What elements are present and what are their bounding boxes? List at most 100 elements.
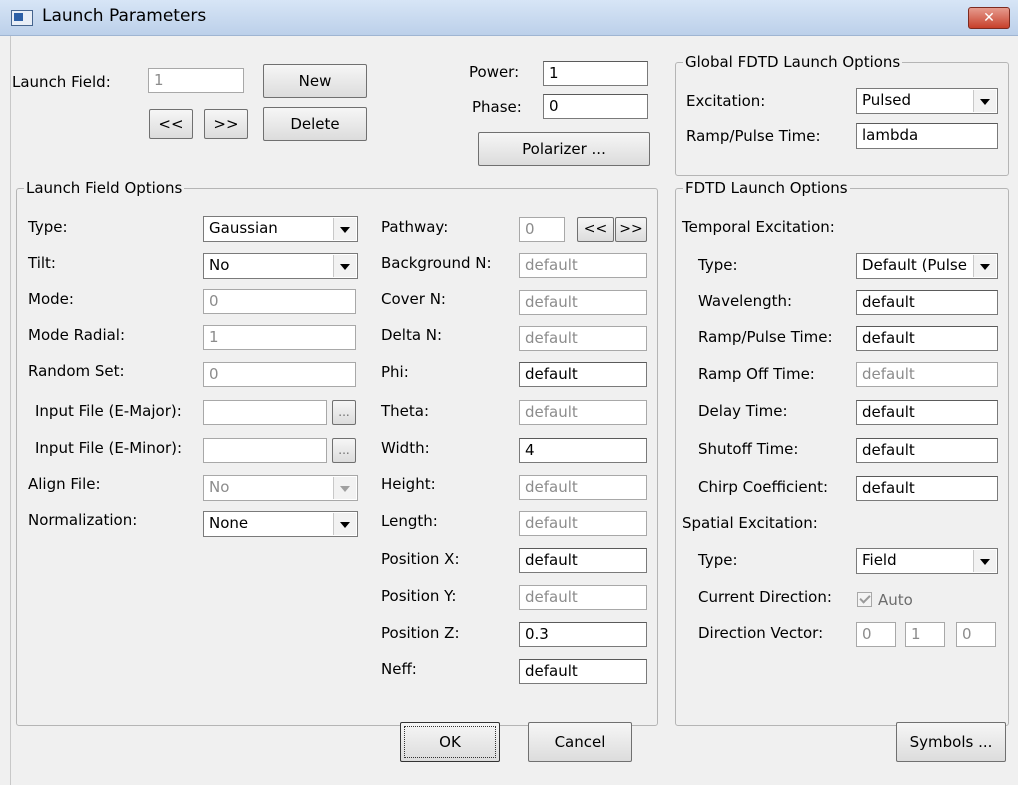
cover-n-label: Cover N: xyxy=(381,290,446,308)
new-button[interactable]: New xyxy=(263,64,367,98)
neff-input[interactable]: default xyxy=(519,659,647,684)
cancel-button[interactable]: Cancel xyxy=(528,722,632,762)
current-direction-label: Current Direction: xyxy=(698,588,832,606)
global-ramp-input[interactable]: lambda xyxy=(856,123,998,149)
position-z-label: Position Z: xyxy=(381,624,460,642)
delete-button[interactable]: Delete xyxy=(263,107,367,141)
theta-input[interactable]: default xyxy=(519,400,647,425)
symbols-button[interactable]: Symbols ... xyxy=(896,722,1006,762)
phi-label: Phi: xyxy=(381,363,409,381)
tilt-value: No xyxy=(209,256,230,274)
random-set-input[interactable]: 0 xyxy=(203,362,356,387)
pathway-next-button[interactable]: >> xyxy=(615,217,647,242)
close-button[interactable]: ✕ xyxy=(968,7,1010,29)
excitation-label: Excitation: xyxy=(686,92,766,110)
normalization-select[interactable]: None xyxy=(203,511,358,537)
length-input[interactable]: default xyxy=(519,511,647,536)
position-z-input[interactable]: 0.3 xyxy=(519,622,647,647)
mode-radial-input[interactable]: 1 xyxy=(203,325,356,350)
global-ramp-label: Ramp/Pulse Time: xyxy=(686,127,821,145)
spatial-type-select[interactable]: Field xyxy=(856,548,998,574)
mode-label: Mode: xyxy=(28,290,74,308)
wavelength-label: Wavelength: xyxy=(698,292,793,310)
position-y-label: Position Y: xyxy=(381,587,457,605)
direction-vector-label: Direction Vector: xyxy=(698,624,824,642)
background-n-label: Background N: xyxy=(381,254,492,272)
power-label: Power: xyxy=(469,63,520,81)
tilt-select[interactable]: No xyxy=(203,253,358,279)
prev-launch-field-button[interactable]: << xyxy=(149,109,193,139)
power-input[interactable]: 1 xyxy=(543,61,648,86)
next-launch-field-button[interactable]: >> xyxy=(204,109,248,139)
launch-field-input[interactable]: 1 xyxy=(148,68,244,93)
chevron-down-icon xyxy=(333,255,356,277)
temporal-excitation-label: Temporal Excitation: xyxy=(682,218,835,236)
position-x-input[interactable]: default xyxy=(519,548,647,573)
launch-parameters-window: Launch Parameters ✕ Launch Field: 1 New … xyxy=(0,0,1018,785)
chirp-coefficient-label: Chirp Coefficient: xyxy=(698,478,829,496)
pathway-label: Pathway: xyxy=(381,218,449,236)
browse-minor-button[interactable]: ... xyxy=(332,438,356,463)
window-title: Launch Parameters xyxy=(42,6,207,26)
normalization-value: None xyxy=(209,514,249,532)
phase-label: Phase: xyxy=(472,98,522,116)
title-bar: Launch Parameters ✕ xyxy=(0,0,1018,36)
launch-field-label: Launch Field: xyxy=(12,73,111,91)
polarizer-button[interactable]: Polarizer ... xyxy=(478,132,650,166)
random-set-label: Random Set: xyxy=(28,362,125,380)
global-fdtd-group: Global FDTD Launch Options xyxy=(675,53,1009,176)
type-select[interactable]: Gaussian xyxy=(203,216,358,242)
excitation-select[interactable]: Pulsed xyxy=(856,88,998,114)
chevron-down-icon xyxy=(973,550,996,572)
delay-time-input[interactable]: default xyxy=(856,400,998,425)
temporal-type-select[interactable]: Default (Pulse xyxy=(856,253,998,279)
fdtd-ramp-label: Ramp/Pulse Time: xyxy=(698,328,833,346)
delta-n-input[interactable]: default xyxy=(519,326,647,351)
global-fdtd-legend: Global FDTD Launch Options xyxy=(685,53,901,71)
browse-major-button[interactable]: ... xyxy=(332,400,356,425)
mode-input[interactable]: 0 xyxy=(203,289,356,314)
mode-radial-label: Mode Radial: xyxy=(28,326,126,344)
chirp-coefficient-input[interactable]: default xyxy=(856,476,998,501)
height-input[interactable]: default xyxy=(519,475,647,500)
fdtd-launch-options-legend: FDTD Launch Options xyxy=(685,179,848,197)
direction-x-input[interactable]: 0 xyxy=(856,622,896,647)
input-file-minor-label: Input File (E-Minor): xyxy=(35,439,183,457)
normalization-label: Normalization: xyxy=(28,511,138,529)
fdtd-ramp-input[interactable]: default xyxy=(856,326,998,351)
align-file-label: Align File: xyxy=(28,475,101,493)
auto-label: Auto xyxy=(878,591,913,609)
input-file-minor-input[interactable] xyxy=(203,438,327,463)
tilt-label: Tilt: xyxy=(28,254,56,272)
position-y-input[interactable]: default xyxy=(519,585,647,610)
dialog-body: Launch Field: 1 New << >> Delete Power: … xyxy=(10,36,1018,785)
input-file-major-input[interactable] xyxy=(203,400,327,425)
direction-z-input[interactable]: 0 xyxy=(956,622,996,647)
excitation-value: Pulsed xyxy=(862,91,912,109)
cover-n-input[interactable]: default xyxy=(519,290,647,315)
auto-checkbox[interactable] xyxy=(857,592,872,607)
phi-input[interactable]: default xyxy=(519,362,647,387)
position-x-label: Position X: xyxy=(381,550,460,568)
direction-y-input[interactable]: 1 xyxy=(905,622,945,647)
background-n-input[interactable]: default xyxy=(519,253,647,278)
phase-input[interactable]: 0 xyxy=(543,94,648,119)
type-value: Gaussian xyxy=(209,219,278,237)
pathway-prev-button[interactable]: << xyxy=(577,217,614,242)
app-icon xyxy=(11,10,33,26)
spatial-excitation-label: Spatial Excitation: xyxy=(682,514,818,532)
launch-field-options-legend: Launch Field Options xyxy=(26,179,183,197)
shutoff-time-input[interactable]: default xyxy=(856,438,998,463)
chevron-down-icon xyxy=(333,513,356,535)
type-label: Type: xyxy=(28,218,68,236)
align-file-value: No xyxy=(209,478,230,496)
ok-button[interactable]: OK xyxy=(400,722,500,762)
width-input[interactable]: 4 xyxy=(519,438,647,463)
theta-label: Theta: xyxy=(381,402,430,420)
align-file-select[interactable]: No xyxy=(203,475,358,501)
ramp-off-input[interactable]: default xyxy=(856,362,998,387)
shutoff-time-label: Shutoff Time: xyxy=(698,440,799,458)
pathway-input[interactable]: 0 xyxy=(519,217,565,242)
wavelength-input[interactable]: default xyxy=(856,290,998,315)
chevron-down-icon xyxy=(333,218,356,240)
